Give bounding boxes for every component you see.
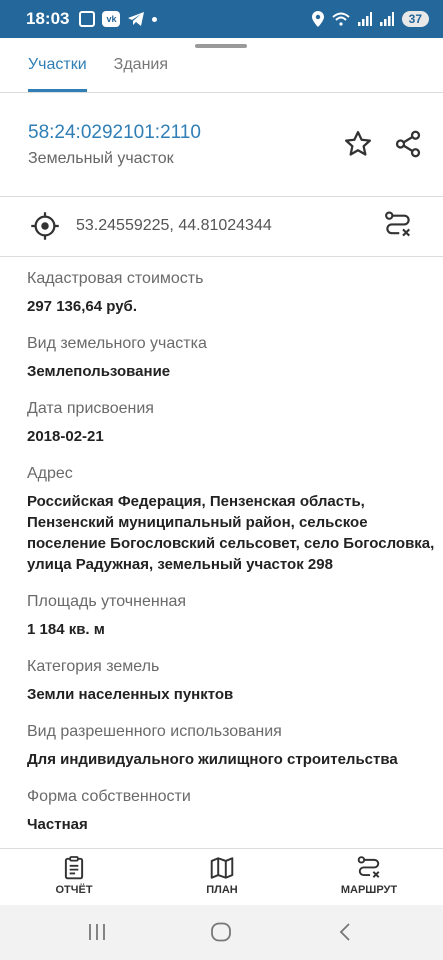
field-label: Дата присвоения xyxy=(27,400,154,417)
route-icon xyxy=(357,856,380,878)
field-label: Кадастровая стоимость xyxy=(27,270,204,287)
field-address: Адрес Российская Федерация, Пензенская о… xyxy=(27,463,437,575)
route-label: МАРШРУТ xyxy=(340,884,398,896)
field-value: Земли населенных пунктов xyxy=(27,686,234,703)
notification-dot-icon xyxy=(152,16,158,22)
plan-button[interactable]: ПЛАН xyxy=(200,855,244,896)
field-label: Форма собственности xyxy=(27,788,191,805)
location-icon xyxy=(311,11,324,27)
field-value: 2018-02-21 xyxy=(27,428,104,445)
plan-label: ПЛАН xyxy=(206,884,238,896)
field-value: 297 136,64 руб. xyxy=(27,298,137,315)
route-button[interactable]: МАРШРУТ xyxy=(336,855,402,896)
tab-bar: Участки Здания xyxy=(0,48,443,93)
signal-2-icon xyxy=(379,12,394,26)
field-permitted-use: Вид разрешенного использования Для индив… xyxy=(27,721,437,770)
coordinates-text[interactable]: 53.24559225, 44.81024344 xyxy=(76,217,272,235)
field-label: Площадь уточненная xyxy=(27,593,187,610)
field-cadastral-value: Кадастровая стоимость 297 136,64 руб. xyxy=(27,268,437,317)
field-label: Вид разрешенного использования xyxy=(27,723,282,740)
field-label: Адрес xyxy=(27,465,73,482)
favorite-star-icon[interactable] xyxy=(343,129,373,159)
telegram-icon xyxy=(128,12,145,26)
object-type: Земельный участок xyxy=(28,150,174,167)
field-area: Площадь уточненная 1 184 кв. м xyxy=(27,591,437,640)
field-label: Вид земельного участка xyxy=(27,335,207,352)
cadastral-number[interactable]: 58:24:0292101:2110 xyxy=(28,122,201,144)
field-plot-kind: Вид земельного участка Землепользование xyxy=(27,333,437,382)
report-icon xyxy=(64,856,84,880)
status-time: 18:03 xyxy=(26,9,70,28)
vk-icon: vk xyxy=(102,11,121,27)
route-icon[interactable] xyxy=(383,210,413,240)
back-icon[interactable] xyxy=(336,922,354,942)
screenshot-icon xyxy=(79,11,96,27)
bottom-navigation: ОТЧЁТ ПЛАН МАРШРУТ xyxy=(0,848,443,905)
battery-icon: 37 xyxy=(401,11,429,27)
report-button[interactable]: ОТЧЁТ xyxy=(52,855,96,896)
status-bar: 18:03 vk 37 xyxy=(0,0,443,38)
object-header: 58:24:0292101:2110 Земельный участок xyxy=(0,93,443,197)
field-land-category: Категория земель Земли населенных пункто… xyxy=(27,656,437,705)
field-value: 1 184 кв. м xyxy=(27,621,105,638)
share-icon[interactable] xyxy=(393,129,423,159)
tab-plots[interactable]: Участки xyxy=(28,48,87,92)
details-list: Кадастровая стоимость 297 136,64 руб. Ви… xyxy=(27,268,437,851)
signal-icon xyxy=(357,12,372,26)
tab-buildings[interactable]: Здания xyxy=(114,48,168,92)
field-value: Российская Федерация, Пензенская область… xyxy=(27,493,435,573)
coordinates-row: 53.24559225, 44.81024344 xyxy=(0,197,443,257)
crosshair-location-icon[interactable] xyxy=(30,211,60,241)
map-icon xyxy=(210,857,234,879)
field-ownership: Форма собственности Частная xyxy=(27,786,437,835)
field-assign-date: Дата присвоения 2018-02-21 xyxy=(27,398,437,447)
field-value: Частная xyxy=(27,816,88,833)
wifi-icon xyxy=(331,12,350,26)
field-value: Землепользование xyxy=(27,363,171,380)
report-label: ОТЧЁТ xyxy=(55,884,93,896)
system-navigation-bar xyxy=(0,905,443,960)
recent-apps-icon[interactable] xyxy=(86,922,108,942)
field-value: Для индивидуального жилищного строительс… xyxy=(27,751,398,768)
home-icon[interactable] xyxy=(210,922,232,942)
field-label: Категория земель xyxy=(27,658,160,675)
